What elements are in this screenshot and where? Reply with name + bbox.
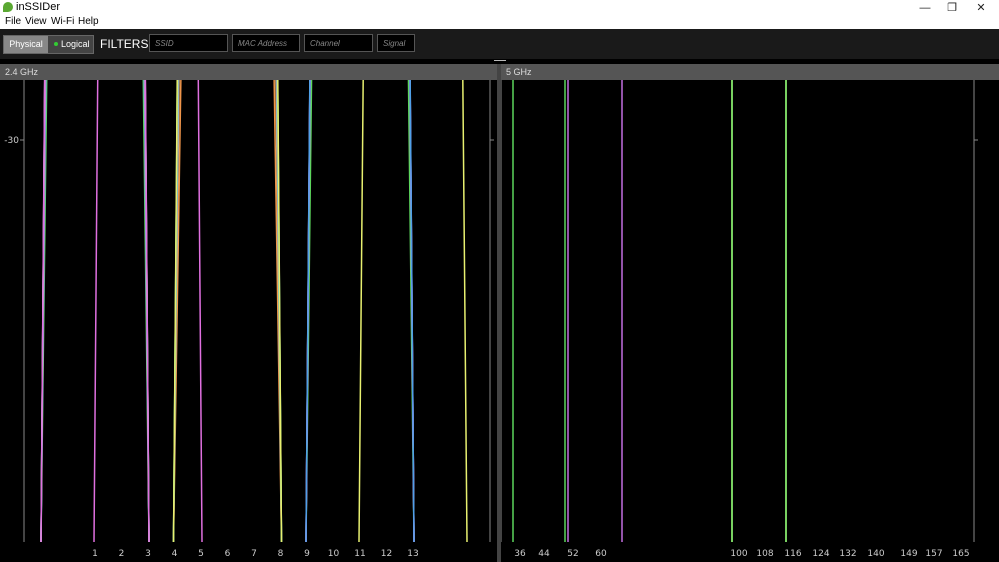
minimize-button[interactable]: — bbox=[910, 0, 940, 16]
panel-24ghz-title: 2.4 GHz bbox=[5, 67, 39, 77]
network-curve bbox=[731, 80, 787, 542]
ssid-filter-input[interactable] bbox=[149, 34, 228, 52]
network-curve bbox=[172, 80, 283, 543]
window-title: inSSIDer bbox=[16, 1, 61, 13]
logical-button[interactable]: Logical bbox=[50, 36, 93, 53]
x-tick-label: 7 bbox=[251, 549, 257, 559]
x-tick-label: 8 bbox=[278, 549, 284, 559]
x-tick-label: 132 bbox=[839, 549, 856, 559]
network-curve bbox=[731, 80, 787, 542]
x-tick-label: 149 bbox=[900, 549, 917, 559]
app-logo-icon bbox=[3, 2, 13, 12]
x-tick-label: 13 bbox=[407, 549, 418, 559]
x-tick-label: 60 bbox=[595, 549, 607, 559]
x-tick-label: 6 bbox=[225, 549, 231, 559]
chart-5ghz: -30-40-50-60-70-80-903644526010010811612… bbox=[501, 80, 978, 559]
panel-5ghz-title: 5 GHz bbox=[506, 67, 532, 77]
channel-filter-input[interactable] bbox=[304, 34, 373, 52]
x-tick-label: 124 bbox=[812, 549, 829, 559]
network-curve bbox=[731, 80, 787, 542]
x-tick-label: 3 bbox=[145, 549, 151, 559]
view-mode-toggle: Physical Logical bbox=[3, 35, 94, 54]
network-curve bbox=[172, 80, 283, 543]
x-tick-label: 116 bbox=[784, 549, 801, 559]
network-curve bbox=[172, 80, 283, 543]
x-tick-label: 5 bbox=[198, 549, 204, 559]
x-tick-label: 108 bbox=[756, 549, 773, 559]
signal-filter-input[interactable] bbox=[377, 34, 415, 52]
network-curve bbox=[567, 80, 623, 542]
mac-filter-input[interactable] bbox=[232, 34, 300, 52]
menu-bar: File View Wi-Fi Help bbox=[0, 16, 999, 29]
filters-label: FILTERS: bbox=[100, 37, 152, 51]
panel-24ghz-header: 2.4 GHz bbox=[0, 64, 497, 80]
menu-help[interactable]: Help bbox=[78, 16, 99, 27]
menu-view[interactable]: View bbox=[25, 16, 47, 27]
title-bar: inSSIDer — ❐ ✕ bbox=[0, 0, 999, 16]
x-tick-label: 4 bbox=[172, 549, 178, 559]
x-tick-label: 165 bbox=[952, 549, 969, 559]
network-curve bbox=[731, 80, 787, 542]
x-tick-label: 157 bbox=[925, 549, 942, 559]
x-tick-label: 140 bbox=[867, 549, 884, 559]
network-curve bbox=[172, 80, 283, 543]
x-tick-label: 9 bbox=[304, 549, 310, 559]
x-tick-label: 44 bbox=[538, 549, 550, 559]
x-tick-label: 36 bbox=[514, 549, 526, 559]
menu-wifi[interactable]: Wi-Fi bbox=[51, 16, 74, 27]
network-curve bbox=[172, 80, 283, 543]
filter-toolbar: Physical Logical FILTERS: bbox=[0, 29, 999, 59]
chart-24ghz: -30-40-50-60-70-80-9012345678910111213Na… bbox=[4, 80, 494, 559]
menu-file[interactable]: File bbox=[5, 16, 21, 27]
logical-label: Logical bbox=[61, 39, 90, 49]
network-curve bbox=[172, 80, 283, 543]
x-tick-label: 100 bbox=[730, 549, 747, 559]
panel-5ghz-header: 5 GHz bbox=[501, 64, 999, 80]
x-tick-label: 10 bbox=[328, 549, 340, 559]
x-tick-label: 1 bbox=[92, 549, 98, 559]
x-tick-label: 2 bbox=[119, 549, 125, 559]
network-curve bbox=[731, 80, 787, 542]
status-dot-icon bbox=[54, 42, 58, 46]
x-tick-label: 11 bbox=[354, 549, 365, 559]
close-button[interactable]: ✕ bbox=[966, 0, 996, 16]
y-tick-label: -30 bbox=[4, 136, 19, 146]
network-curve bbox=[172, 80, 283, 543]
physical-button[interactable]: Physical bbox=[4, 36, 48, 53]
x-tick-label: 12 bbox=[381, 549, 392, 559]
network-curve bbox=[512, 80, 566, 542]
x-tick-label: 52 bbox=[567, 549, 578, 559]
maximize-button[interactable]: ❐ bbox=[937, 0, 967, 16]
